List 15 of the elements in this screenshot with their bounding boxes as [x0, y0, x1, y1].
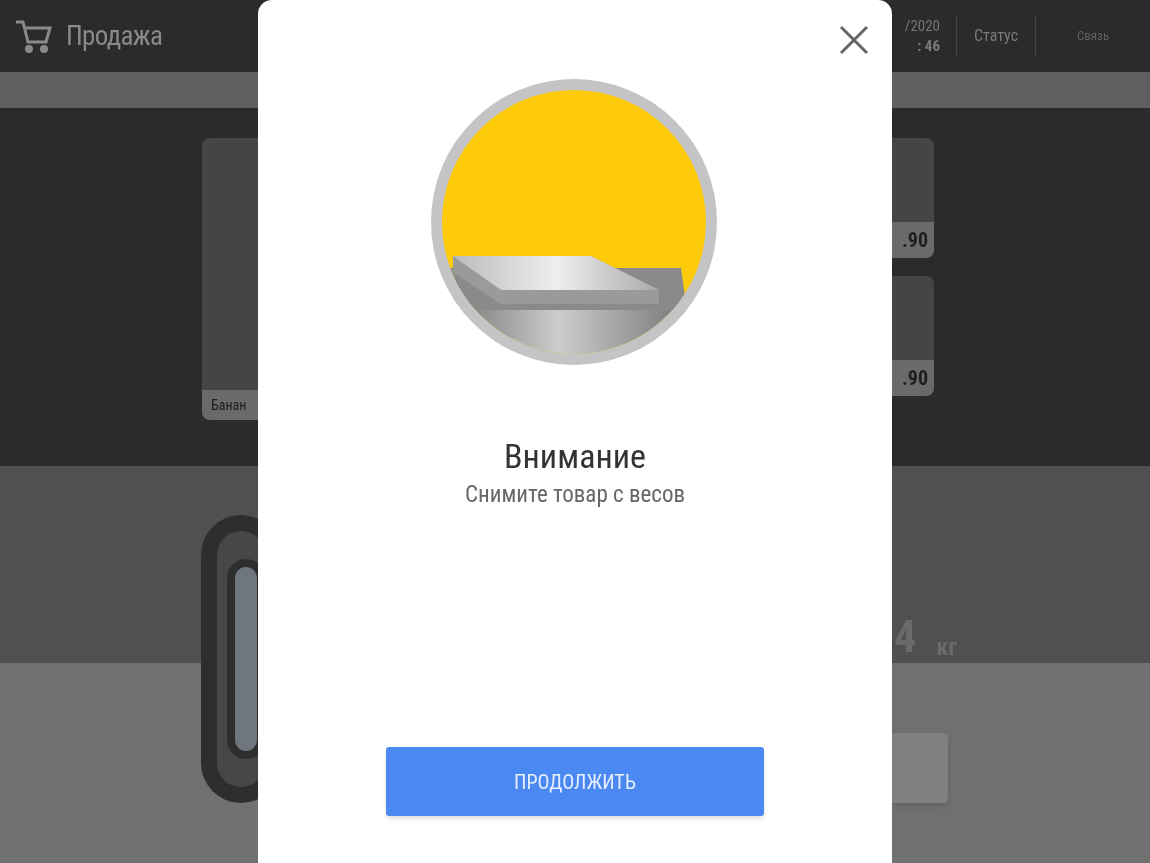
product-price: .90 [901, 227, 928, 254]
product-name: Банан [211, 395, 247, 415]
time-text: : 46 [917, 36, 940, 56]
product-price: .90 [901, 365, 928, 392]
page-title: Продажа [66, 18, 163, 54]
dialog-title: Внимание [504, 436, 646, 476]
close-icon [839, 25, 869, 55]
status-tab[interactable]: Статус [957, 24, 1035, 48]
date-text: /2020 [904, 16, 940, 36]
product-card[interactable]: .90 [892, 138, 934, 258]
continue-button[interactable]: ПРОДОЛЖИТЬ [386, 747, 764, 816]
cart-icon [14, 18, 52, 54]
product-card[interactable]: .90 [892, 276, 934, 396]
close-button[interactable] [838, 24, 870, 56]
dialog-message: Снимите товар с весов [464, 480, 686, 510]
